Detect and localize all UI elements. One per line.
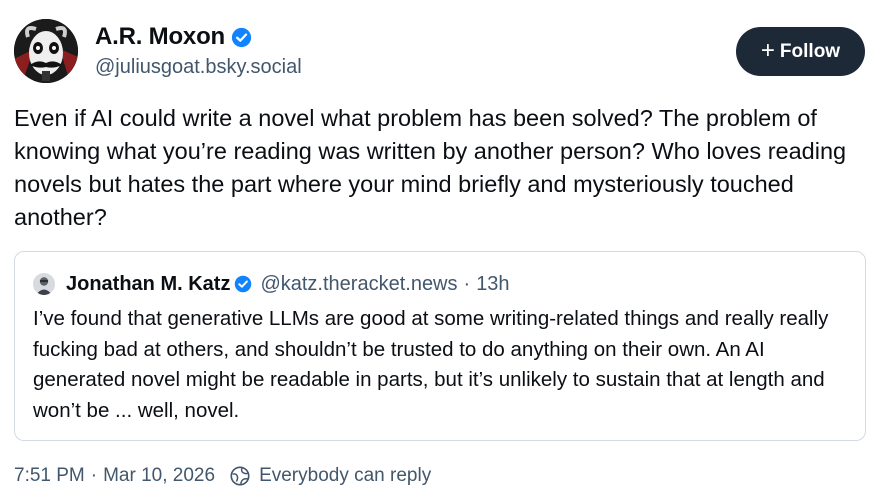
quoted-author-handle[interactable]: @katz.theracket.news xyxy=(260,273,457,296)
author-avatar[interactable] xyxy=(14,19,78,83)
quoted-post-header: Jonathan M. Katz @katz.theracket.news · … xyxy=(33,270,510,298)
follow-button-label: Follow xyxy=(779,40,841,62)
quoted-author-avatar xyxy=(33,273,55,295)
dot-separator: · xyxy=(463,272,471,295)
verified-badge-icon xyxy=(235,275,252,293)
author-display-name[interactable]: A.R. Moxon xyxy=(95,23,225,51)
reply-setting: Everybody can reply xyxy=(259,465,432,486)
quoted-post[interactable]: Jonathan M. Katz @katz.theracket.news · … xyxy=(14,251,866,441)
quoted-post-text: I’ve found that generative LLMs are good… xyxy=(33,307,829,422)
author-handle[interactable]: @juliusgoat.bsky.social xyxy=(95,56,302,79)
dot-separator: · xyxy=(90,465,98,486)
post-date: Mar 10, 2026 xyxy=(103,465,216,486)
quoted-author-name[interactable]: Jonathan M. Katz xyxy=(66,273,230,296)
follow-button[interactable]: + Follow xyxy=(736,27,865,76)
quoted-post-time[interactable]: 13h xyxy=(476,273,509,296)
plus-icon: + xyxy=(760,36,775,64)
post-meta: 7:51 PM · Mar 10, 2026 Everybody can rep… xyxy=(14,462,431,490)
post-text: Even if AI could write a novel what prob… xyxy=(14,105,847,230)
verified-badge-icon xyxy=(231,27,252,47)
goat-mask-avatar-icon xyxy=(14,19,78,83)
author-name-row: A.R. Moxon xyxy=(95,22,252,52)
globe-icon xyxy=(230,466,250,486)
portrait-avatar-icon xyxy=(33,273,55,295)
post-time: 7:51 PM xyxy=(14,465,85,486)
